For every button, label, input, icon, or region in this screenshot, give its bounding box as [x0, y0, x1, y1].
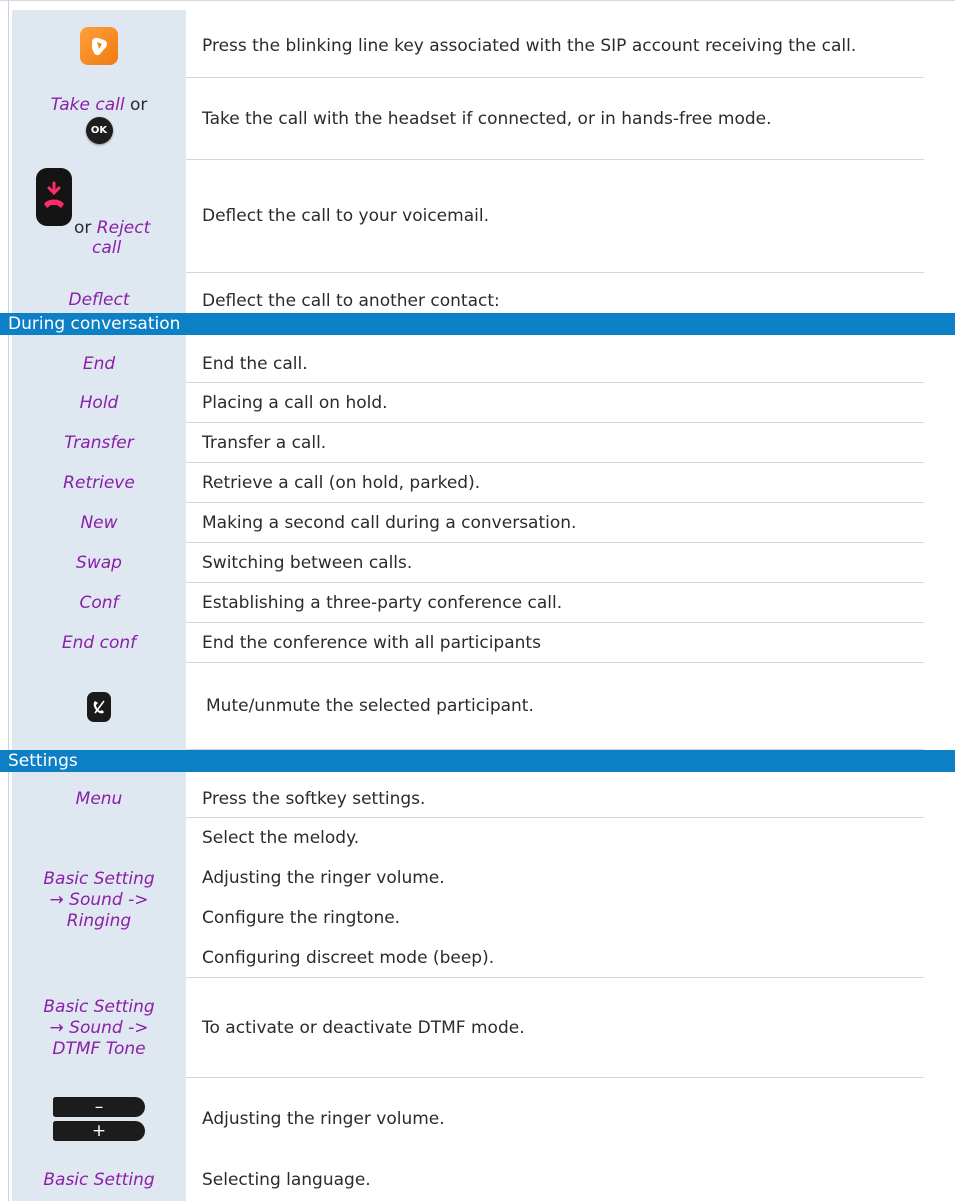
conv-row: Placing a call on hold.: [186, 383, 924, 423]
swap-softkey[interactable]: Swap: [76, 553, 122, 573]
language-desc: Selecting language.: [202, 1170, 371, 1190]
retrieve-softkey[interactable]: Retrieve: [63, 473, 135, 493]
language-path[interactable]: Basic Setting: [43, 1170, 154, 1190]
conv-key-cell: End: [12, 345, 186, 383]
volume-down-key[interactable]: –: [53, 1097, 145, 1117]
dtmf-row: To activate or deactivate DTMF mode.: [186, 978, 924, 1078]
line-key-row: Press the blinking line key associated w…: [186, 14, 924, 78]
ringing-path-line1[interactable]: Basic Setting: [12, 869, 186, 890]
ringing-cell: Basic Setting → Sound -> Ringing: [12, 818, 186, 978]
conv-row: Retrieve a call (on hold, parked).: [186, 463, 924, 503]
menu-desc: Press the softkey settings.: [202, 788, 426, 809]
conv-key-cell: Swap: [12, 543, 186, 583]
menu-row: Press the softkey settings.: [186, 780, 924, 818]
end-softkey[interactable]: End: [83, 354, 115, 374]
conv-desc: Establishing a three-party conference ca…: [202, 592, 563, 613]
ringing-row: Configure the ringtone.: [186, 898, 924, 938]
section-header-settings: Settings: [0, 750, 955, 772]
ok-key-label: OK: [90, 124, 108, 136]
conv-desc: End the call.: [202, 353, 308, 374]
ringing-row: Configuring discreet mode (beep).: [186, 938, 924, 978]
mute-cell: [12, 663, 186, 750]
mute-row: Mute/unmute the selected participant.: [186, 663, 924, 750]
hold-softkey[interactable]: Hold: [80, 393, 119, 413]
top-rule: [0, 0, 955, 1]
reject-or: or: [74, 218, 92, 238]
line-key-icon: [80, 27, 118, 65]
reject-row: Deflect the call to your voicemail.: [186, 160, 924, 273]
volume-plus-icon: +: [91, 1120, 107, 1141]
ok-key-icon[interactable]: OK: [85, 116, 113, 144]
conv-key-cell: Retrieve: [12, 463, 186, 503]
volume-row: Adjusting the ringer volume.: [186, 1078, 924, 1160]
reject-key-icon[interactable]: [36, 168, 72, 226]
deflect-cell: Deflect: [12, 273, 186, 313]
ringing-desc: Configuring discreet mode (beep).: [202, 947, 495, 968]
conv-key-cell: Transfer: [12, 423, 186, 463]
language-row: Selecting language.: [186, 1168, 924, 1201]
reject-desc: Deflect the call to your voicemail.: [202, 206, 489, 226]
ringing-desc: Select the melody.: [202, 828, 360, 848]
dtmf-path-line2: → Sound ->: [49, 1017, 149, 1038]
left-rule: [8, 0, 9, 1201]
reject-cell: or Reject call: [12, 160, 186, 273]
language-cell: Basic Setting: [12, 1168, 186, 1201]
conf-softkey[interactable]: Conf: [79, 593, 118, 613]
conv-key-cell: Hold: [12, 383, 186, 423]
take-call-row: Take the call with the headset if connec…: [186, 78, 924, 160]
take-call-desc: Take the call with the headset if connec…: [202, 108, 772, 129]
menu-softkey[interactable]: Menu: [76, 789, 123, 809]
conv-desc: Placing a call on hold.: [202, 392, 388, 413]
volume-minus-icon: –: [94, 1096, 104, 1117]
mute-key-icon[interactable]: [87, 691, 111, 722]
ringing-path-line2: → Sound ->: [49, 889, 149, 910]
section-header-conversation: During conversation: [0, 313, 955, 335]
dtmf-path-line3: DTMF Tone: [52, 1038, 146, 1059]
transfer-softkey[interactable]: Transfer: [64, 433, 134, 453]
take-call-cell: Take call or OK: [12, 78, 186, 160]
dtmf-desc: To activate or deactivate DTMF mode.: [202, 1017, 525, 1038]
menu-cell: Menu: [12, 780, 186, 818]
new-softkey[interactable]: New: [80, 513, 117, 533]
conv-row: Making a second call during a conversati…: [186, 503, 924, 543]
ringing-desc: Configure the ringtone.: [202, 908, 401, 928]
dtmf-cell: Basic Setting → Sound -> DTMF Tone: [12, 978, 186, 1078]
conv-key-cell: End conf: [12, 623, 186, 663]
conv-key-cell: New: [12, 503, 186, 543]
ringing-desc: Adjusting the ringer volume.: [202, 868, 445, 888]
conv-desc: Retrieve a call (on hold, parked).: [202, 472, 481, 493]
deflect-softkey[interactable]: Deflect: [68, 290, 129, 310]
end-conf-softkey[interactable]: End conf: [62, 633, 136, 653]
conv-desc: Transfer a call.: [202, 432, 327, 453]
conv-row: Transfer a call.: [186, 423, 924, 463]
ringing-path-line3: Ringing: [66, 910, 132, 931]
conv-row: Establishing a three-party conference ca…: [186, 583, 924, 623]
line-key-cell: [12, 14, 186, 78]
ringing-row: Select the melody.: [186, 818, 924, 858]
conv-desc: Switching between calls.: [202, 552, 413, 573]
deflect-desc: Deflect the call to another contact:: [202, 291, 500, 311]
deflect-row: Deflect the call to another contact:: [186, 273, 924, 313]
dtmf-path-line1[interactable]: Basic Setting: [12, 997, 186, 1018]
conv-key-cell: Conf: [12, 583, 186, 623]
conv-row: Switching between calls.: [186, 543, 924, 583]
conv-desc: Making a second call during a conversati…: [202, 512, 577, 533]
conv-row: End the call.: [186, 345, 924, 383]
ringing-row: Adjusting the ringer volume.: [186, 858, 924, 898]
line-key-desc: Press the blinking line key associated w…: [202, 35, 857, 56]
conv-desc: End the conference with all participants: [202, 632, 541, 653]
take-call-or: or: [129, 94, 148, 115]
reject-call-softkey-line2: call: [92, 238, 122, 258]
volume-up-key[interactable]: +: [53, 1121, 145, 1141]
reject-call-softkey[interactable]: Reject: [97, 218, 150, 238]
volume-desc: Adjusting the ringer volume.: [202, 1109, 445, 1129]
conv-row: End the conference with all participants: [186, 623, 924, 663]
mute-desc: Mute/unmute the selected participant.: [206, 696, 534, 716]
take-call-softkey[interactable]: Take call: [51, 95, 125, 115]
volume-cell: – +: [12, 1078, 186, 1160]
